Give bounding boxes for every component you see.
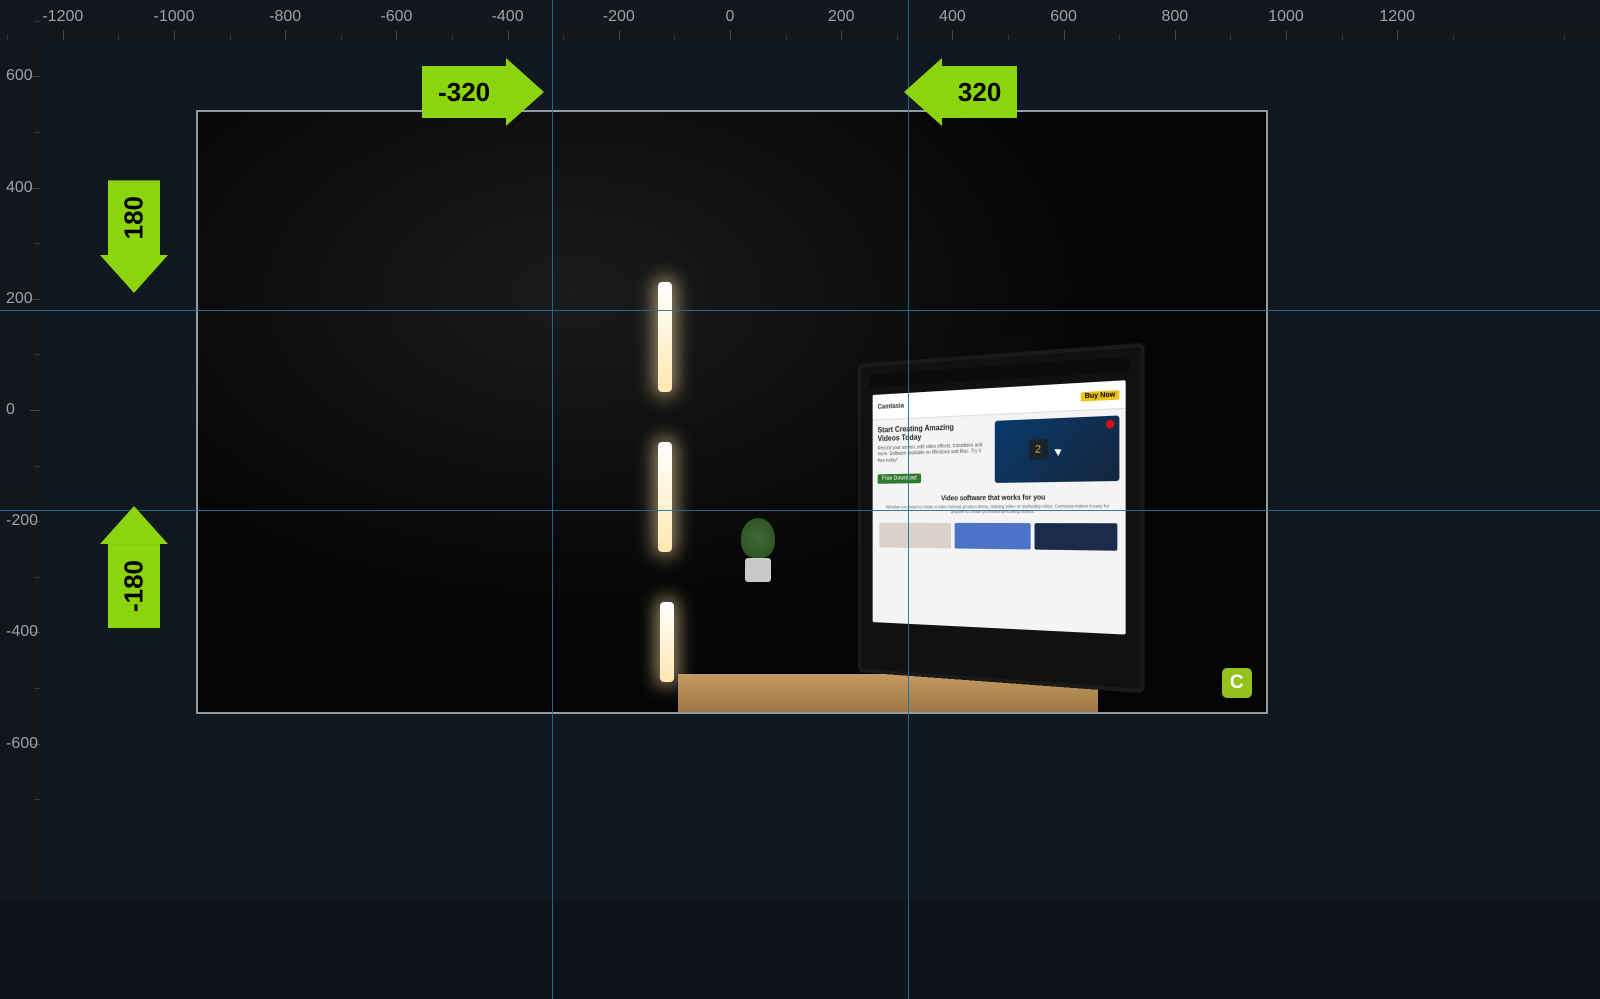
plant-illustration [733, 512, 783, 582]
callout-value: 320 [958, 77, 1001, 108]
horizontal-guide[interactable] [0, 510, 1600, 511]
countdown-number: 2 [1028, 439, 1047, 460]
guide-callout-left[interactable]: -320 [422, 58, 544, 126]
ruler-x-label: 1200 [1379, 8, 1415, 26]
ruler-x-label: 200 [828, 8, 855, 26]
light-strip [658, 282, 672, 392]
arrow-up-icon [100, 506, 168, 544]
ruler-x-label: -1200 [42, 8, 83, 26]
vertical-guide[interactable] [908, 0, 909, 999]
logo-letter: C [1230, 672, 1244, 694]
ruler-y-label: 600 [6, 67, 33, 85]
ruler-x-label: 400 [939, 8, 966, 26]
guide-callout-right[interactable]: 320 [904, 58, 1017, 126]
ruler-x-label: -1000 [154, 8, 195, 26]
ruler-y-label: 200 [6, 290, 33, 308]
ruler-x-label: -600 [380, 8, 412, 26]
cursor-icon [1054, 446, 1063, 456]
callout-value: -180 [119, 560, 150, 612]
ruler-x-label: 800 [1161, 8, 1188, 26]
camtasia-logo-icon: C [1222, 668, 1252, 698]
vertical-guide[interactable] [552, 0, 553, 999]
ruler-horizontal[interactable]: -1200 -1000 -800 -600 -400 -200 0 200 400 600 800 1… [40, 0, 1600, 41]
ruler-y-label: -200 [6, 512, 38, 530]
hero-title-2: Videos Today [877, 433, 921, 443]
callout-value: -320 [438, 77, 490, 108]
ruler-x-label: 600 [1050, 8, 1077, 26]
site-brand: Camtasia [877, 402, 903, 410]
thumbnail-row [872, 519, 1125, 555]
arrow-left-icon [904, 58, 942, 126]
ruler-x-label: 0 [726, 8, 735, 26]
guide-callout-bottom[interactable]: -180 [100, 506, 168, 628]
video-scene: Camtasia Camtasia Buy Now [198, 112, 1266, 712]
ruler-y-label: 400 [6, 179, 33, 197]
ruler-x-label: 1000 [1268, 8, 1304, 26]
hero-cta: Free Download [877, 473, 920, 483]
ruler-x-label: -800 [269, 8, 301, 26]
guide-callout-top[interactable]: 180 [100, 180, 168, 293]
monitor-illustration: Camtasia Buy Now Start Creating AmazingV… [858, 343, 1145, 693]
ruler-vertical[interactable]: 600 400 200 0 -200 -400 -600 [0, 40, 41, 899]
light-strip [658, 442, 672, 552]
section-title: Video software that works for you [879, 494, 1117, 503]
callout-value: 180 [119, 196, 150, 239]
ruler-y-label: -600 [6, 735, 38, 753]
ruler-y-label: 0 [6, 401, 15, 419]
horizontal-guide[interactable] [0, 310, 1600, 311]
record-icon [1106, 420, 1114, 429]
ruler-x-label: -400 [492, 8, 524, 26]
arrow-right-icon [506, 58, 544, 126]
light-strip [660, 602, 674, 682]
media-clip[interactable]: Camtasia Camtasia Buy Now [196, 110, 1268, 714]
buy-now-button: Buy Now [1080, 390, 1119, 401]
hero-body: Record your screen, add video effects, t… [877, 442, 989, 464]
ruler-x-label: -200 [603, 8, 635, 26]
canvas-stage[interactable]: Camtasia Camtasia Buy Now [40, 40, 1600, 899]
ruler-y-label: -400 [6, 623, 38, 641]
arrow-down-icon [100, 255, 168, 293]
